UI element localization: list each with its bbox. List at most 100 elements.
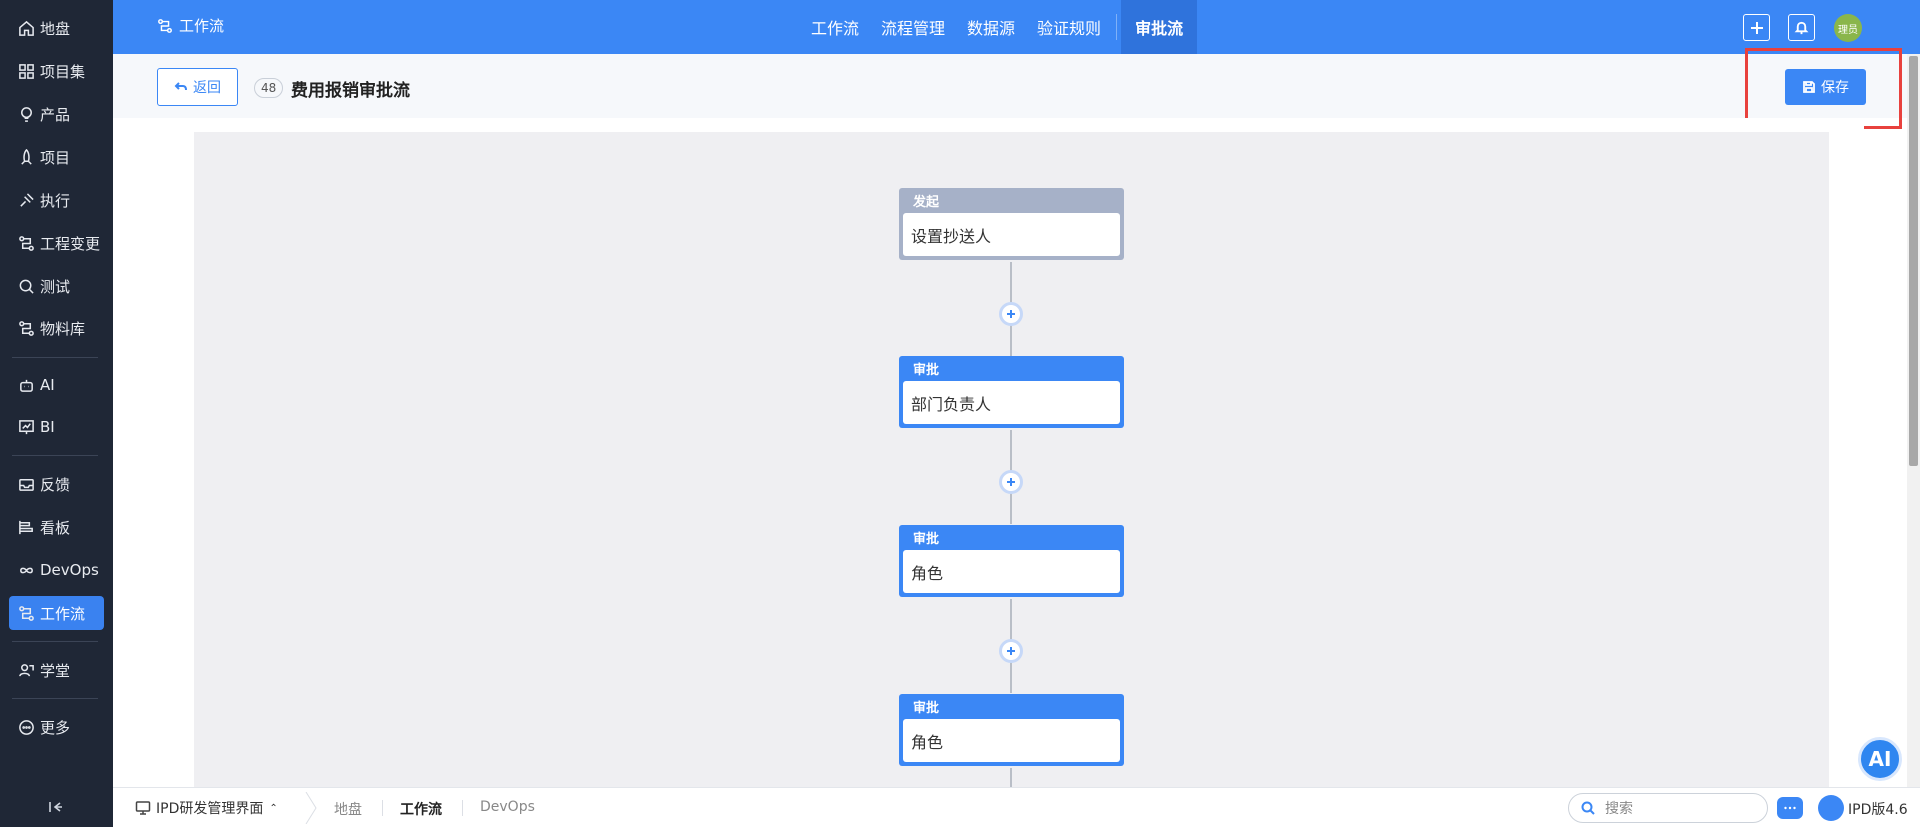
nav-process-management[interactable]: 流程管理 <box>870 0 956 54</box>
node-body: 设置抄送人 <box>903 213 1120 256</box>
bottom-tab-workflow[interactable]: 工作流 <box>400 799 442 819</box>
breadcrumb-chevron-icon <box>305 792 317 824</box>
sidebar-item-label: AI <box>40 376 55 394</box>
sidebar-divider <box>12 455 98 456</box>
add-node-button[interactable] <box>999 639 1023 663</box>
page-title: 费用报销审批流 <box>291 81 410 101</box>
search-placeholder: 搜索 <box>1605 801 1633 817</box>
sidebar-item-label: BI <box>40 418 55 436</box>
sidebar-item-school[interactable]: 学堂 <box>9 653 104 687</box>
sidebar-item-feedback[interactable]: 反馈 <box>9 467 104 501</box>
sidebar-item-more[interactable]: 更多 <box>9 710 104 744</box>
search-icon <box>1581 801 1595 815</box>
sidebar-item-devops[interactable]: DevOps <box>9 553 104 587</box>
bottom-bar: IPD研发管理界面 ⌃ 地盘 工作流 DevOps 搜索 IPD版4.6 <box>113 787 1920 827</box>
sidebar: 地盘 项目集 产品 项目 执行 工程变更 测试 物料库 AI BI 反馈 看板 … <box>0 0 113 827</box>
sidebar-divider <box>12 641 98 642</box>
nav-approval-flow[interactable]: 审批流 <box>1121 0 1198 54</box>
sidebar-item-label: 物料库 <box>40 319 86 338</box>
pin-icon <box>17 191 35 209</box>
avatar[interactable]: 理员 <box>1834 14 1862 42</box>
chart-icon <box>17 418 35 436</box>
nav-data-source[interactable]: 数据源 <box>956 0 1026 54</box>
node-body: 角色 <box>903 719 1120 762</box>
app-title: 工作流 <box>157 15 224 36</box>
chat-dots-icon <box>1784 806 1796 810</box>
infinity-icon <box>17 561 35 579</box>
back-arrow-icon <box>174 82 187 91</box>
brand-logo-icon <box>1818 795 1844 821</box>
monitor-icon <box>135 801 151 815</box>
nav-divider <box>1116 14 1118 40</box>
page-header: 返回 48 费用报销审批流 保存 <box>113 54 1907 118</box>
sidebar-item-test[interactable]: 测试 <box>9 269 104 303</box>
more-icon <box>17 718 35 736</box>
sidebar-item-project[interactable]: 项目 <box>9 140 104 174</box>
flow-node-approve[interactable]: 审批 角色 <box>899 525 1124 597</box>
chevron-up-icon: ⌃ <box>269 802 278 814</box>
add-node-button[interactable] <box>999 470 1023 494</box>
grid-icon <box>17 62 35 80</box>
sidebar-item-product[interactable]: 产品 <box>9 97 104 131</box>
robot-icon <box>17 376 35 394</box>
nav-validation-rules[interactable]: 验证规则 <box>1026 0 1112 54</box>
school-icon <box>17 661 35 679</box>
plus-icon <box>1007 478 1015 486</box>
sidebar-item-workflow[interactable]: 工作流 <box>9 596 104 630</box>
nav-workflow[interactable]: 工作流 <box>800 0 870 54</box>
sidebar-item-label: 项目集 <box>40 62 86 81</box>
tab-divider <box>382 800 383 816</box>
sidebar-item-label: 产品 <box>40 105 71 124</box>
sidebar-item-kanban[interactable]: 看板 <box>9 510 104 544</box>
search-icon <box>17 277 35 295</box>
sidebar-item-label: 地盘 <box>40 19 71 38</box>
app-title-text: 工作流 <box>179 17 225 35</box>
sidebar-item-material[interactable]: 物料库 <box>9 311 104 345</box>
sidebar-divider <box>12 357 98 358</box>
flow-node-approve[interactable]: 审批 部门负责人 <box>899 356 1124 428</box>
sidebar-item-label: 工作流 <box>40 604 86 623</box>
sidebar-item-ai[interactable]: AI <box>9 368 104 402</box>
sidebar-item-label: 反馈 <box>40 475 71 494</box>
sidebar-item-label: DevOps <box>40 561 99 579</box>
notification-button[interactable] <box>1788 14 1815 41</box>
highlight-annotation <box>1745 48 1902 129</box>
sidebar-item-program[interactable]: 项目集 <box>9 54 104 88</box>
node-body: 角色 <box>903 550 1120 593</box>
search-input[interactable]: 搜索 <box>1568 793 1768 823</box>
chat-icon[interactable] <box>1777 797 1803 819</box>
app-switcher-label: IPD研发管理界面 <box>156 801 264 817</box>
sidebar-item-label: 更多 <box>40 718 71 737</box>
node-header: 审批 <box>913 363 940 378</box>
flow-connector <box>1010 768 1012 787</box>
collapse-sidebar-icon[interactable] <box>45 797 65 817</box>
scrollbar-thumb[interactable] <box>1909 56 1918 466</box>
sidebar-item-bi[interactable]: BI <box>9 410 104 444</box>
version-label: IPD版4.6 <box>1848 802 1908 818</box>
inbox-icon <box>17 475 35 493</box>
node-header: 审批 <box>913 701 940 716</box>
node-header: 发起 <box>913 195 940 210</box>
plus-icon <box>1007 310 1015 318</box>
ai-assistant-button[interactable]: AI <box>1858 737 1902 781</box>
flow-node-start[interactable]: 发起 设置抄送人 <box>899 188 1124 260</box>
bottom-tab-devops[interactable]: DevOps <box>480 799 535 815</box>
create-button[interactable] <box>1743 14 1770 41</box>
back-button-label: 返回 <box>193 80 221 96</box>
bulb-icon <box>17 105 35 123</box>
bottom-tab-dashboard[interactable]: 地盘 <box>334 799 362 819</box>
sidebar-item-label: 项目 <box>40 148 71 167</box>
back-button[interactable]: 返回 <box>157 68 238 106</box>
flow-node-approve[interactable]: 审批 角色 <box>899 694 1124 766</box>
app-switcher[interactable]: IPD研发管理界面 ⌃ <box>135 798 278 818</box>
add-node-button[interactable] <box>999 302 1023 326</box>
sidebar-item-execution[interactable]: 执行 <box>9 183 104 217</box>
flow-icon <box>17 234 35 252</box>
sidebar-item-label: 看板 <box>40 518 71 537</box>
sidebar-item-dashboard[interactable]: 地盘 <box>9 11 104 45</box>
plus-icon <box>1750 21 1763 34</box>
sidebar-item-engineering-change[interactable]: 工程变更 <box>9 226 104 260</box>
top-nav: 工作流 流程管理 数据源 验证规则 审批流 <box>800 0 1198 54</box>
bell-icon <box>1794 21 1809 35</box>
home-icon <box>17 19 35 37</box>
